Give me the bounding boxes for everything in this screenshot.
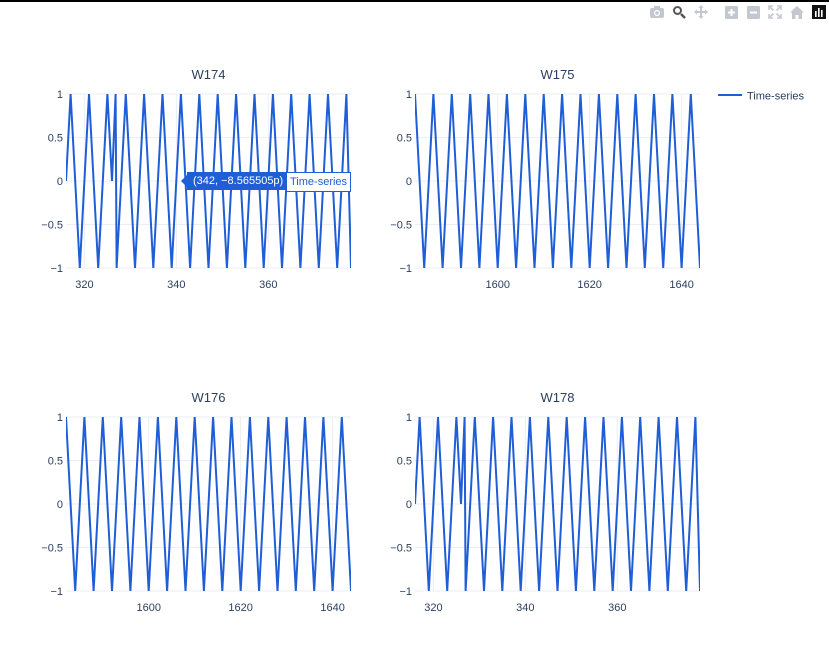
x-tick-label: 1620	[228, 602, 252, 614]
y-tick-label: 0.5	[48, 456, 63, 468]
legend-label: Time-series	[747, 91, 805, 103]
y-tick-label: −1	[50, 586, 63, 598]
x-tick-label: 320	[424, 602, 442, 614]
x-tick-label: 1620	[577, 279, 601, 291]
x-tick-label: 1600	[136, 602, 160, 614]
x-tick-label: 360	[608, 602, 626, 614]
legend[interactable]: Time-series	[718, 91, 805, 103]
subplot-title: W176	[192, 390, 226, 405]
y-tick-label: −1	[399, 586, 412, 598]
subplot-w178: 1 0.5 0 −0.5 −1 320 340 360 W178	[390, 390, 700, 614]
subplot-w175: 1 0.5 0 −0.5 −1 1600 1620 1640 W175	[390, 67, 700, 291]
y-tick-label: −0.5	[390, 543, 412, 555]
y-tick-label: −0.5	[41, 543, 63, 555]
y-tick-label: −0.5	[390, 220, 412, 232]
hover-tooltip: (342, −8.565505p)	[187, 172, 289, 190]
y-tick-label: −0.5	[41, 220, 63, 232]
y-tick-label: 1	[406, 412, 412, 424]
y-tick-label: 0	[57, 499, 63, 511]
y-tick-label: 0	[406, 499, 412, 511]
y-tick-label: −1	[50, 263, 63, 275]
x-tick-label: 1600	[485, 279, 509, 291]
subplots-canvas[interactable]: 10.50−0.5−1320 340 360W17410.50−0.5−11600 1…	[0, 0, 829, 664]
y-tick-label: 1	[57, 89, 63, 101]
y-tick-label: 0.5	[397, 133, 412, 145]
subplot-title: W174	[192, 67, 226, 82]
y-tick-label: 1	[406, 89, 412, 101]
y-tick-label: 0.5	[397, 456, 412, 468]
x-tick-label: 1640	[320, 602, 344, 614]
x-tick-label: 340	[516, 602, 534, 614]
x-tick-label: 320	[75, 279, 93, 291]
subplot-w176: 1 0.5 0 −0.5 −1 1600 1620 1640 W176	[41, 390, 351, 614]
hover-tooltip-series: Time-series	[287, 172, 352, 192]
y-tick-label: 0	[57, 176, 63, 188]
x-tick-label: 340	[167, 279, 185, 291]
y-tick-label: −1	[399, 263, 412, 275]
x-tick-label: 1640	[669, 279, 693, 291]
y-tick-label: 1	[57, 412, 63, 424]
subplot-title: W175	[541, 67, 575, 82]
y-tick-label: 0.5	[48, 133, 63, 145]
subplot-title: W178	[541, 390, 575, 405]
x-tick-label: 360	[259, 279, 277, 291]
y-tick-label: 0	[406, 176, 412, 188]
